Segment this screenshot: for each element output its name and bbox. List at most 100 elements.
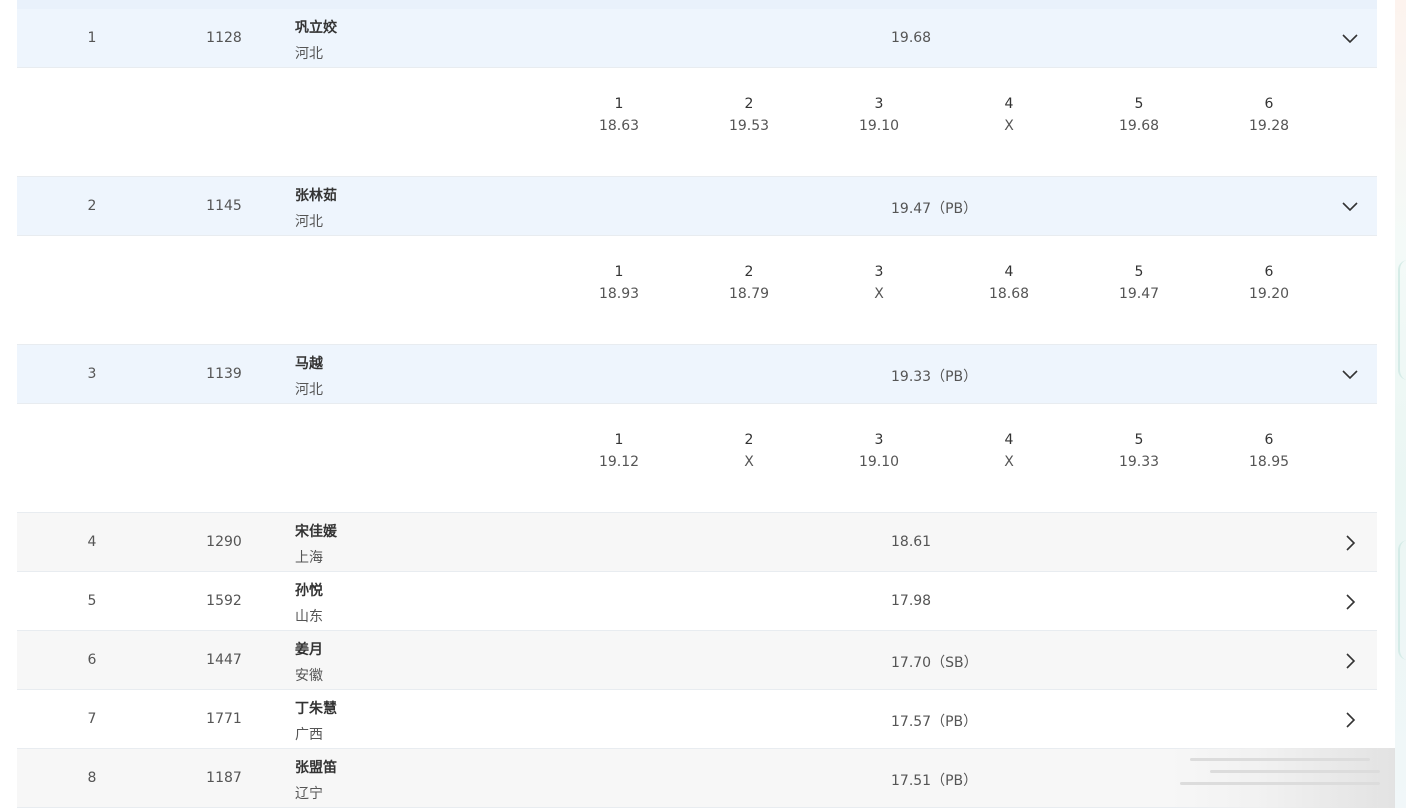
attempt-number: 4 [1004, 264, 1014, 280]
attempt-cell: 3 19.10 [849, 432, 909, 470]
chevron-right-icon[interactable] [1341, 534, 1359, 552]
attempt-cell: 1 18.63 [589, 96, 649, 134]
chevron-right-icon[interactable] [1341, 593, 1359, 611]
decorative-curve [1398, 540, 1406, 660]
table-top-strip [17, 0, 1377, 9]
attempt-number: 5 [1134, 264, 1144, 280]
athlete-name: 孙悦 [295, 583, 323, 599]
rank-cell: 1 [87, 30, 97, 46]
attempt-number: 6 [1264, 96, 1274, 112]
attempt-number: 5 [1134, 96, 1144, 112]
chevron-down-icon[interactable] [1341, 30, 1359, 48]
bib-cell: 1771 [206, 711, 242, 727]
team-name: 河北 [295, 46, 323, 62]
table-row[interactable]: 7 1771 丁朱慧 广西 17.57（PB） [17, 690, 1377, 749]
team-name: 安徽 [295, 668, 323, 684]
result-cell: 19.68 [891, 30, 932, 46]
result-cell: 17.98 [891, 593, 932, 609]
attempt-number: 1 [614, 264, 624, 280]
bib-cell: 1447 [206, 652, 242, 668]
attempt-number: 3 [874, 96, 884, 112]
athlete-name: 丁朱慧 [295, 701, 337, 717]
attempt-cell: 4X [979, 432, 1039, 470]
attempts-panel: 1 18.93 2 18.79 3X 4 18.68 5 19.47 6 19.20 [17, 236, 1377, 345]
attempt-value: 19.10 [858, 454, 900, 470]
attempt-number: 2 [744, 432, 754, 448]
result-cell: 17.70（SB） [891, 655, 978, 671]
attempt-number: 2 [744, 264, 754, 280]
attempt-cell: 5 19.33 [1109, 432, 1169, 470]
blur-bar [1210, 770, 1380, 773]
team-name: 上海 [295, 550, 323, 566]
bib-cell: 1290 [206, 534, 242, 550]
attempt-cell: 1 18.93 [589, 264, 649, 302]
attempt-value: 19.47 [1118, 286, 1160, 302]
result-cell: 18.61 [891, 534, 932, 550]
table-row[interactable]: 3 1139 马越 河北 19.33（PB） [17, 345, 1377, 404]
attempt-value: 18.79 [728, 286, 770, 302]
team-name: 河北 [295, 214, 323, 230]
athlete-name: 巩立姣 [295, 20, 337, 36]
result-cell: 19.33（PB） [891, 369, 978, 385]
table-row[interactable]: 5 1592 孙悦 山东 17.98 [17, 572, 1377, 631]
bib-cell: 1592 [206, 593, 242, 609]
decorative-side-strip [1395, 0, 1406, 808]
rank-cell: 6 [87, 652, 97, 668]
decorative-curve [1398, 260, 1406, 380]
chevron-down-icon[interactable] [1341, 366, 1359, 384]
result-cell: 17.57（PB） [891, 714, 978, 730]
bib-cell: 1128 [206, 30, 242, 46]
attempt-cell: 2X [719, 432, 779, 470]
bib-cell: 1139 [206, 366, 242, 382]
attempt-number: 1 [614, 432, 624, 448]
attempt-number: 3 [874, 264, 884, 280]
attempt-number: 5 [1134, 432, 1144, 448]
chevron-right-icon[interactable] [1341, 652, 1359, 670]
attempt-value: 18.68 [988, 286, 1030, 302]
attempt-cell: 2 18.79 [719, 264, 779, 302]
blur-bar [1180, 782, 1380, 785]
table-row[interactable]: 6 1447 姜月 安徽 17.70（SB） [17, 631, 1377, 690]
rank-cell: 3 [87, 366, 97, 382]
attempt-value: X [1004, 454, 1014, 470]
attempt-value: X [874, 286, 884, 302]
attempt-cell: 6 19.20 [1239, 264, 1299, 302]
chevron-right-icon[interactable] [1341, 711, 1359, 729]
attempt-cell: 6 18.95 [1239, 432, 1299, 470]
result-cell: 19.47（PB） [891, 201, 978, 217]
attempt-value: 18.95 [1248, 454, 1290, 470]
athlete-name: 张林茹 [295, 188, 337, 204]
attempt-value: 19.28 [1248, 118, 1290, 134]
attempts-panel: 1 19.12 2X 3 19.10 4X 5 19.33 6 18.95 [17, 404, 1377, 513]
athlete-name: 宋佳媛 [295, 524, 337, 540]
attempt-value: 19.68 [1118, 118, 1160, 134]
attempt-cell: 4 18.68 [979, 264, 1039, 302]
attempt-value: 18.63 [598, 118, 640, 134]
attempt-number: 1 [614, 96, 624, 112]
attempt-cell: 4X [979, 96, 1039, 134]
attempt-value: 19.33 [1118, 454, 1160, 470]
results-table: 1 1128 巩立姣 河北 19.68 1 18.63 2 19.53 3 19.10… [17, 0, 1377, 808]
athlete-name: 姜月 [295, 642, 323, 658]
attempt-value: 18.93 [598, 286, 640, 302]
attempt-cell: 1 19.12 [589, 432, 649, 470]
attempt-value: 19.20 [1248, 286, 1290, 302]
team-name: 河北 [295, 382, 323, 398]
blurred-watermark [1170, 748, 1395, 808]
attempt-value: X [744, 454, 754, 470]
attempt-value: 19.12 [598, 454, 640, 470]
team-name: 广西 [295, 727, 323, 743]
attempt-value: 19.53 [728, 118, 770, 134]
table-row[interactable]: 2 1145 张林茹 河北 19.47（PB） [17, 177, 1377, 236]
attempt-number: 3 [874, 432, 884, 448]
attempt-cell: 6 19.28 [1239, 96, 1299, 134]
attempt-value: 19.10 [858, 118, 900, 134]
table-row[interactable]: 1 1128 巩立姣 河北 19.68 [17, 9, 1377, 68]
rank-cell: 4 [87, 534, 97, 550]
attempt-cell: 5 19.68 [1109, 96, 1169, 134]
result-cell: 17.51（PB） [891, 773, 978, 789]
table-row[interactable]: 4 1290 宋佳媛 上海 18.61 [17, 513, 1377, 572]
chevron-down-icon[interactable] [1341, 198, 1359, 216]
bib-cell: 1187 [206, 770, 242, 786]
attempt-cell: 3 19.10 [849, 96, 909, 134]
